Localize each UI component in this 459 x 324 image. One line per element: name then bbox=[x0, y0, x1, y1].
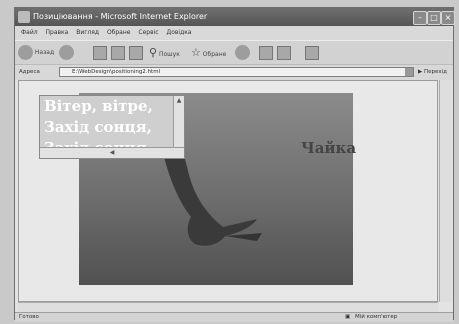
close-button[interactable]: × bbox=[441, 11, 455, 25]
print-icon bbox=[277, 45, 291, 60]
go-icon: ▶ bbox=[418, 69, 423, 75]
toolbar: Назад ⚲ Пошук ☆ Обране bbox=[15, 40, 453, 65]
window-title: Позиціювання - Microsoft Internet Explor… bbox=[33, 12, 208, 21]
home-icon bbox=[129, 45, 143, 60]
menu-bar: Файл Правка Вигляд Обране Сервіс Довідка bbox=[15, 26, 453, 40]
back-button[interactable]: Назад bbox=[18, 45, 54, 61]
textbox-vertical-scrollbar[interactable]: ▲ bbox=[173, 96, 184, 148]
ie-icon bbox=[18, 11, 30, 23]
title-bar: Позиціювання - Microsoft Internet Explor… bbox=[15, 8, 455, 26]
refresh-icon bbox=[111, 45, 125, 60]
search-label: Пошук bbox=[158, 51, 180, 58]
address-dropdown-icon[interactable] bbox=[405, 68, 413, 76]
textbox-line-1: Вітер, вітре, bbox=[44, 97, 153, 115]
mail-button[interactable] bbox=[259, 45, 273, 61]
menu-help[interactable]: Довідка bbox=[167, 29, 192, 36]
go-button[interactable]: ▶ Перехід bbox=[418, 65, 447, 80]
search-icon: ⚲ bbox=[149, 46, 158, 59]
computer-icon: ▣ bbox=[345, 314, 351, 320]
go-label: Перехід bbox=[423, 69, 447, 75]
forward-icon bbox=[59, 45, 74, 60]
favorites-button[interactable]: ☆ Обране bbox=[191, 45, 226, 61]
home-button[interactable] bbox=[129, 45, 143, 61]
history-button[interactable] bbox=[235, 45, 250, 61]
status-bar: Готово ▣ Мій комп'ютер bbox=[15, 312, 453, 322]
zone-text: Мій комп'ютер bbox=[355, 314, 398, 320]
address-label: Адреса bbox=[19, 69, 40, 75]
favorites-label: Обране bbox=[202, 51, 227, 58]
refresh-button[interactable] bbox=[111, 45, 125, 61]
stop-button[interactable] bbox=[93, 45, 107, 61]
mail-icon bbox=[259, 45, 273, 60]
address-input[interactable]: E:\WebDesign\positioning2.html bbox=[59, 67, 414, 77]
stop-icon bbox=[93, 45, 107, 60]
search-button[interactable]: ⚲ Пошук bbox=[149, 45, 180, 61]
scroll-textbox[interactable]: Вітер, вітре, Захід сонця, Захід сонця, … bbox=[39, 95, 185, 159]
menu-favorites[interactable]: Обране bbox=[107, 29, 131, 36]
menu-tools[interactable]: Сервіс bbox=[138, 29, 158, 36]
page-content: Чайка Вітер, вітре, Захід сонця, Захід с… bbox=[18, 80, 438, 302]
page-vertical-scrollbar[interactable] bbox=[439, 80, 452, 302]
edit-button[interactable] bbox=[305, 45, 319, 61]
caption-text: Чайка bbox=[301, 139, 357, 157]
favorites-icon: ☆ bbox=[191, 46, 201, 59]
print-button[interactable] bbox=[277, 45, 291, 61]
menu-file[interactable]: Файл bbox=[21, 29, 38, 36]
textbox-horizontal-scrollbar[interactable]: ◀ bbox=[40, 147, 184, 158]
history-icon bbox=[235, 45, 250, 60]
address-bar: Адреса E:\WebDesign\positioning2.html ▶ … bbox=[15, 64, 453, 80]
status-text: Готово bbox=[19, 314, 39, 320]
maximize-button[interactable]: □ bbox=[427, 11, 441, 25]
textbox-line-2: Захід сонця, bbox=[44, 118, 152, 136]
minimize-button[interactable]: – bbox=[413, 11, 427, 25]
menu-view[interactable]: Вигляд bbox=[76, 29, 99, 36]
back-icon bbox=[18, 45, 33, 60]
back-label: Назад bbox=[34, 49, 55, 56]
forward-button[interactable] bbox=[59, 45, 74, 61]
menu-edit[interactable]: Правка bbox=[46, 29, 69, 36]
browser-window: Позиціювання - Microsoft Internet Explor… bbox=[14, 7, 455, 322]
page-icon bbox=[305, 45, 319, 60]
